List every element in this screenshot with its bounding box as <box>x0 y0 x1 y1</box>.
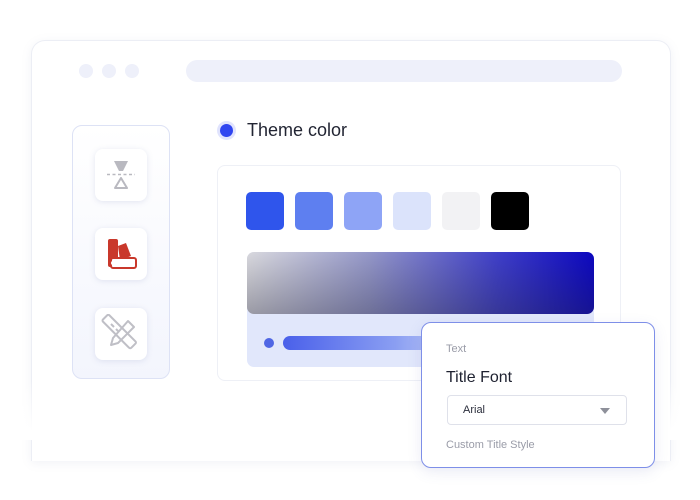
font-select[interactable]: Arial <box>447 395 627 425</box>
font-select-value: Arial <box>463 404 486 416</box>
ruler-icon <box>107 161 135 189</box>
sidebar-item-design-tools[interactable] <box>95 308 147 360</box>
hue-slider[interactable] <box>283 336 443 350</box>
color-palette-icon <box>108 239 137 269</box>
color-swatch-black[interactable] <box>491 192 529 230</box>
color-preview-dot <box>264 338 274 348</box>
color-swatch-blue-medium[interactable] <box>295 192 333 230</box>
section-bullet-icon <box>220 124 233 137</box>
custom-title-style-link[interactable]: Custom Title Style <box>446 439 535 451</box>
color-swatch-blue-primary[interactable] <box>246 192 284 230</box>
window-control-dot[interactable] <box>79 64 93 78</box>
theme-color-heading: Theme color <box>219 120 347 141</box>
saturation-picker[interactable] <box>247 252 594 314</box>
section-title: Theme color <box>247 120 348 140</box>
design-tools-icon <box>101 314 137 350</box>
color-swatch-blue-pale[interactable] <box>393 192 431 230</box>
address-bar[interactable] <box>186 60 622 82</box>
color-swatch-gray-light[interactable] <box>442 192 480 230</box>
sidebar-item-ruler[interactable] <box>95 149 147 201</box>
window-control-dot[interactable] <box>102 64 116 78</box>
color-swatch-blue-light[interactable] <box>344 192 382 230</box>
sidebar-item-color-palette[interactable] <box>95 228 147 280</box>
window-control-dot[interactable] <box>125 64 139 78</box>
chevron-down-icon <box>600 408 610 414</box>
title-font-label: Title Font <box>446 369 513 386</box>
text-label: Text <box>446 343 467 355</box>
